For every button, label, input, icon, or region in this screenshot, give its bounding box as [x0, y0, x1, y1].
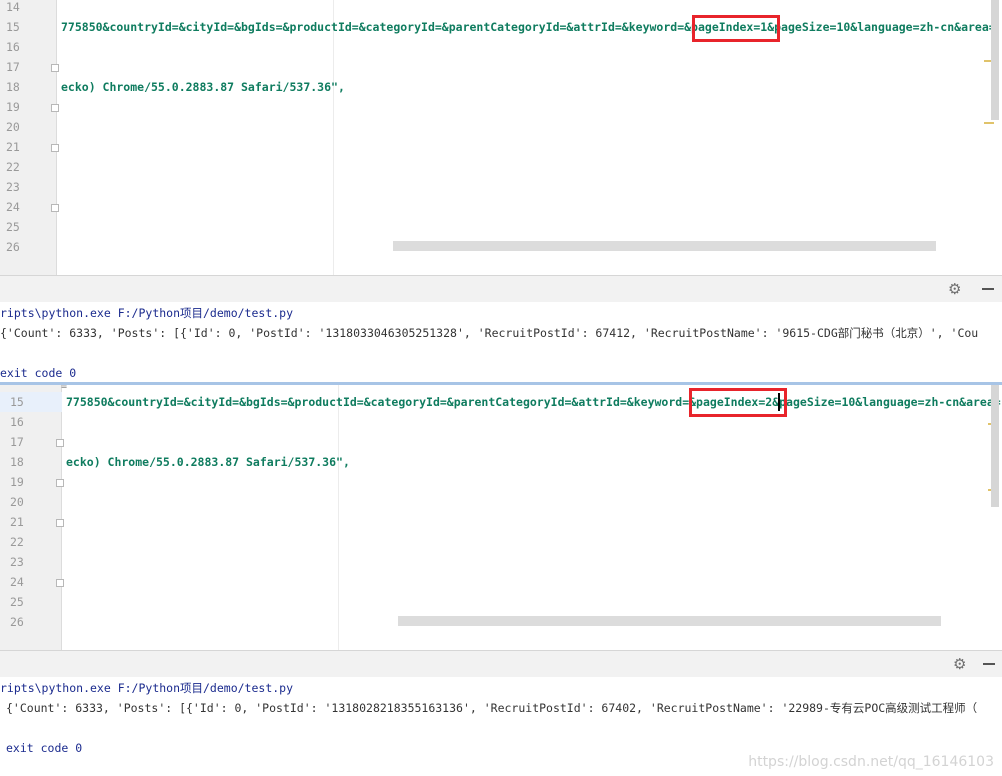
line-number: 19 — [10, 475, 24, 489]
bottom-code-editor[interactable]: ≡ 15 16 17 18 19 20 21 22 23 24 25 26 77… — [0, 385, 1002, 651]
line-number: 26 — [10, 615, 24, 629]
user-agent-code-line[interactable]: ecko) Chrome/55.0.2883.87 Safari/537.36"… — [66, 452, 350, 472]
top-run-toolbar: ⚙ — [0, 275, 1002, 303]
horizontal-scrollbar[interactable] — [398, 616, 941, 626]
line-number: 16 — [6, 40, 20, 54]
line-number: 25 — [10, 595, 24, 609]
line-number: 24 — [10, 575, 24, 589]
fold-marker-icon[interactable] — [56, 479, 64, 487]
top-run-console: ripts\python.exe F:/Python项目/demo/test.p… — [0, 302, 1002, 382]
top-right-margin-guide — [333, 0, 334, 276]
console-command-line: ripts\python.exe F:/Python项目/demo/test.p… — [0, 681, 294, 695]
fold-marker-icon[interactable] — [56, 439, 64, 447]
watermark-text: https://blog.csdn.net/qq_16146103 — [748, 754, 994, 770]
line-number: 23 — [6, 180, 20, 194]
page-index-highlight-box — [692, 15, 780, 42]
gear-icon[interactable]: ⚙ — [953, 651, 966, 677]
bottom-run-toolbar: ⚙ — [0, 650, 1002, 678]
page-index-highlight-box — [689, 388, 787, 417]
scrollbar-marker — [984, 122, 994, 124]
line-number: 19 — [6, 100, 20, 114]
console-exit-line: exit code 0 — [0, 366, 77, 380]
line-number: 21 — [6, 140, 20, 154]
fold-marker-icon[interactable] — [51, 104, 59, 112]
line-number: 15 — [10, 395, 24, 409]
vertical-scrollbar[interactable] — [991, 385, 999, 507]
line-number: 18 — [6, 80, 20, 94]
line-number: 17 — [10, 435, 24, 449]
line-number: 26 — [6, 240, 20, 254]
minus-icon[interactable] — [982, 288, 994, 290]
line-number: 16 — [10, 415, 24, 429]
text-cursor — [778, 393, 780, 411]
line-number: 22 — [6, 160, 20, 174]
console-exit-line: exit code 0 — [6, 741, 83, 755]
horizontal-scrollbar[interactable] — [393, 241, 936, 251]
line-number: 15 — [6, 20, 20, 34]
fold-marker-icon[interactable] — [56, 519, 64, 527]
line-number: 22 — [10, 535, 24, 549]
fold-marker-icon[interactable] — [51, 64, 59, 72]
user-agent-code-line[interactable]: ecko) Chrome/55.0.2883.87 Safari/537.36"… — [61, 77, 345, 97]
line-number: 14 — [6, 0, 20, 14]
bottom-right-margin-guide — [338, 385, 339, 651]
line-number: 18 — [10, 455, 24, 469]
line-number: 21 — [10, 515, 24, 529]
console-command-line: ripts\python.exe F:/Python项目/demo/test.p… — [0, 306, 294, 320]
line-number: 24 — [6, 200, 20, 214]
gear-icon[interactable]: ⚙ — [948, 276, 961, 302]
console-output-line: {'Count': 6333, 'Posts': [{'Id': 0, 'Pos… — [6, 701, 978, 715]
line-number: 25 — [6, 220, 20, 234]
top-code-editor[interactable]: 14 15 16 17 18 19 20 21 22 23 24 25 26 7… — [0, 0, 1002, 276]
fold-marker-icon[interactable] — [56, 579, 64, 587]
fold-marker-icon[interactable] — [51, 204, 59, 212]
line-number: 17 — [6, 60, 20, 74]
minus-icon[interactable] — [983, 663, 995, 665]
url-code-line[interactable]: 775850&countryId=&cityId=&bgIds=&product… — [61, 17, 996, 37]
url-code-line[interactable]: 775850&countryId=&cityId=&bgIds=&product… — [66, 392, 1001, 412]
fold-marker-icon[interactable] — [51, 144, 59, 152]
line-number: 20 — [10, 495, 24, 509]
vertical-scrollbar[interactable] — [991, 0, 999, 120]
fold-indicator: ≡ — [61, 385, 68, 392]
console-output-line: {'Count': 6333, 'Posts': [{'Id': 0, 'Pos… — [0, 326, 979, 340]
line-number: 20 — [6, 120, 20, 134]
line-number: 23 — [10, 555, 24, 569]
